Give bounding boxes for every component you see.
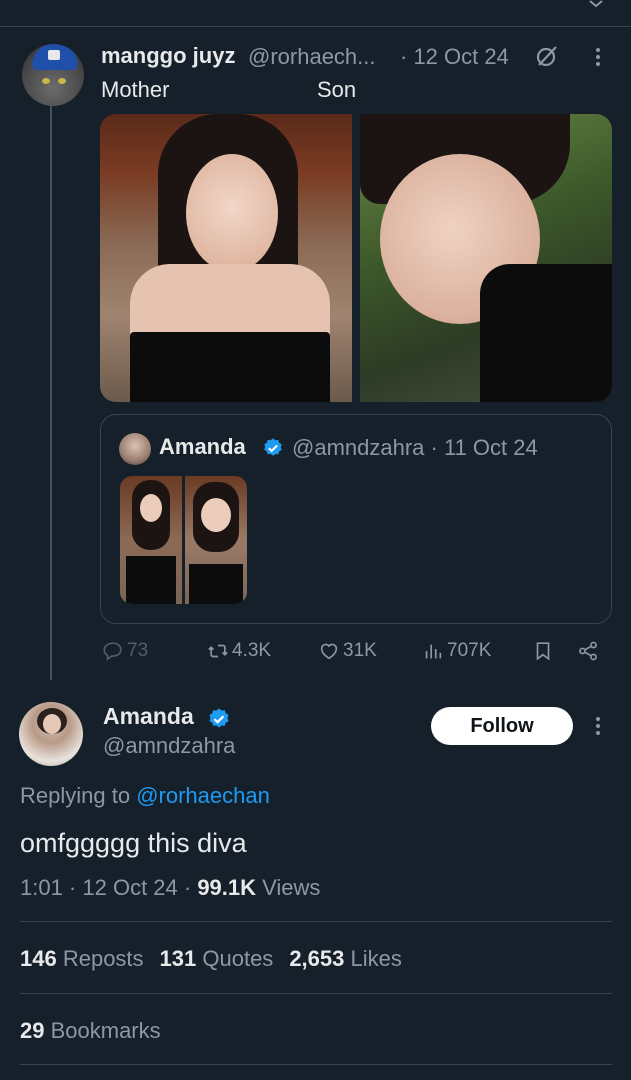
- media-photo-son[interactable]: [360, 114, 612, 402]
- quote-author-name: Amanda: [159, 434, 246, 459]
- bookmark-icon: [536, 642, 550, 661]
- analytics-icon: [425, 644, 442, 659]
- repost-icon: [208, 644, 228, 658]
- replying-to: Replying to @rorhaechan: [20, 783, 270, 808]
- view-count: 707K: [447, 640, 492, 661]
- quote-avatar: [119, 433, 151, 465]
- divider: [20, 993, 612, 994]
- quotes-stat[interactable]: 131 Quotes: [160, 946, 274, 971]
- media-photo-mother[interactable]: [100, 114, 352, 402]
- likes-stat[interactable]: 2,653 Likes: [289, 946, 402, 971]
- divider: [20, 1064, 612, 1065]
- avatar[interactable]: [19, 702, 83, 766]
- like-count: 31K: [343, 640, 377, 661]
- media-label-son: Son: [317, 77, 357, 102]
- avatar[interactable]: [22, 44, 84, 106]
- like-button[interactable]: 31K: [318, 640, 377, 662]
- verified-badge-icon: [264, 438, 282, 456]
- views-button[interactable]: 707K: [422, 640, 491, 662]
- reply-count: 73: [127, 640, 149, 661]
- heart-icon: [320, 643, 338, 660]
- author-name[interactable]: Amanda: [103, 703, 194, 730]
- grok-icon[interactable]: [535, 44, 559, 68]
- tweet-date[interactable]: · 12 Oct 24: [400, 44, 509, 70]
- bookmarks-stat[interactable]: 29 Bookmarks: [20, 1018, 161, 1044]
- share-icon: [579, 641, 597, 661]
- more-icon[interactable]: [594, 46, 602, 68]
- author-name[interactable]: manggo juyz: [101, 43, 235, 69]
- share-button[interactable]: [577, 640, 599, 662]
- author-handle[interactable]: @rorhaech...: [248, 44, 396, 70]
- bookmark-button[interactable]: [532, 640, 554, 662]
- engagement-stats: 146 Reposts 131 Quotes 2,653 Likes: [20, 946, 402, 972]
- chevron-down-icon[interactable]: [589, 0, 603, 8]
- views-count: 99.1K: [197, 875, 257, 900]
- author-handle[interactable]: @amndzahra: [103, 733, 235, 759]
- quote-media-1[interactable]: [120, 476, 182, 604]
- reply-button[interactable]: 73: [102, 640, 148, 662]
- reposts-stat[interactable]: 146 Reposts: [20, 946, 144, 971]
- quote-media-2[interactable]: [185, 476, 247, 604]
- repost-count: 4.3K: [232, 640, 272, 661]
- quote-handle-date: @amndzahra · 11 Oct 24: [292, 435, 538, 460]
- thread-line: [50, 100, 52, 680]
- follow-button[interactable]: Follow: [431, 707, 573, 745]
- tweet-meta: 1:01 · 12 Oct 24 · 99.1K Views: [20, 875, 321, 900]
- top-divider: [0, 26, 631, 27]
- media-label-mother: Mother: [101, 77, 170, 102]
- tweet-text: omfggggg this diva: [20, 828, 247, 858]
- repost-button[interactable]: 4.3K: [207, 640, 271, 662]
- more-icon[interactable]: [594, 715, 602, 737]
- divider: [20, 921, 612, 922]
- reply-icon: [103, 642, 122, 661]
- replying-to-link[interactable]: @rorhaechan: [136, 783, 270, 808]
- verified-badge-icon: [209, 708, 229, 728]
